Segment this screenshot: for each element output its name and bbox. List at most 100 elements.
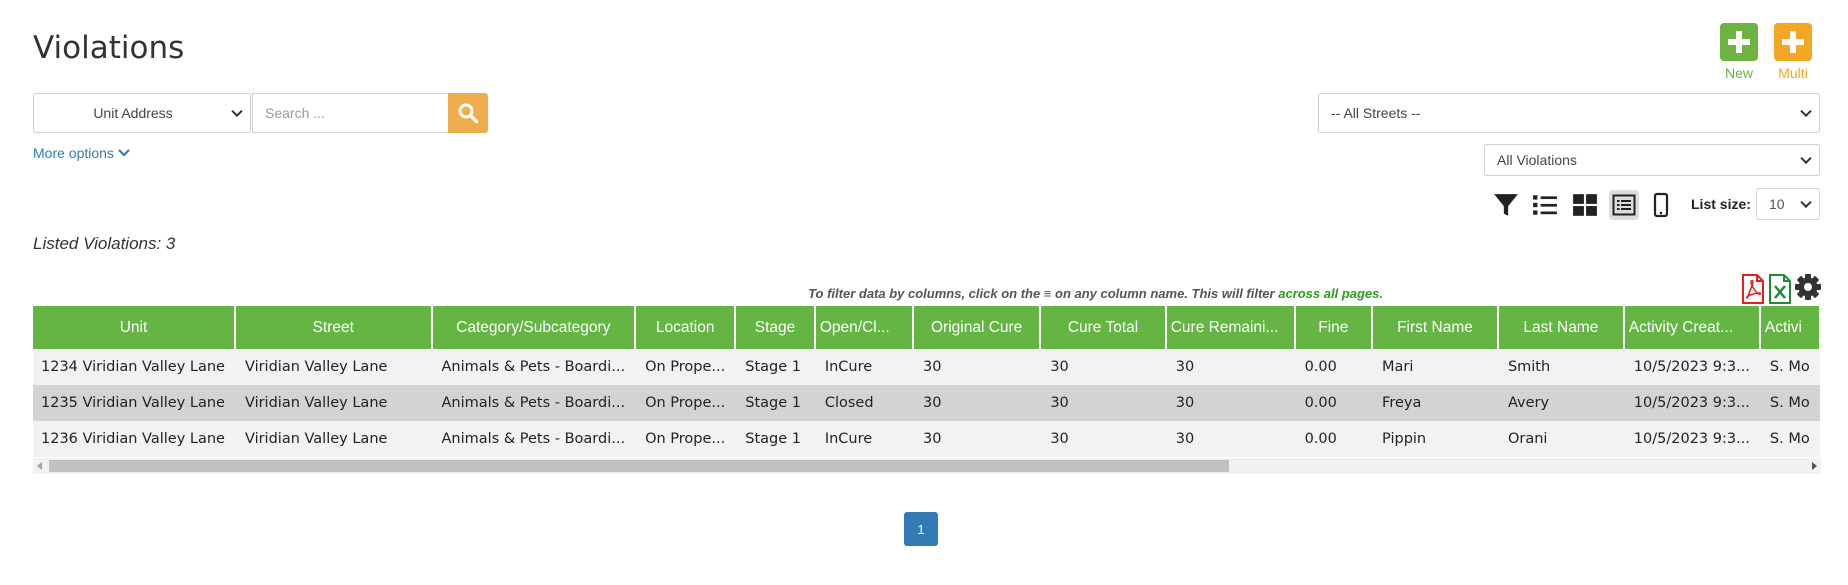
street-filter-select[interactable]: -- All Streets -- [1318, 93, 1820, 133]
chevron-down-icon [118, 149, 130, 157]
scroll-right-arrow-icon[interactable] [1812, 462, 1817, 470]
table-cell: Animals & Pets - Boardi... [431, 349, 636, 385]
list-size-value: 10 [1769, 196, 1785, 212]
table-cell: 1234 Viridian Valley Lane [33, 349, 235, 385]
plus-icon [1728, 31, 1750, 53]
column-header[interactable]: Category/Subcategory [431, 306, 637, 349]
plus-icon [1782, 31, 1804, 53]
table-cell: 1236 Viridian Valley Lane [33, 421, 235, 457]
table-cell: Viridian Valley Lane [234, 385, 432, 421]
column-header[interactable]: Activi [1759, 306, 1821, 349]
more-options-label: More options [33, 145, 114, 161]
column-header[interactable]: Original Cure [912, 306, 1042, 349]
table-cell: 0.00 [1294, 349, 1373, 385]
chevron-down-icon [1800, 196, 1812, 209]
table-cell: InCure [814, 349, 913, 385]
new-button[interactable] [1720, 23, 1758, 61]
table-cell: On Prope... [635, 349, 736, 385]
filter-hint-highlight: across all pages. [1278, 286, 1383, 301]
new-button-label[interactable]: New [1709, 65, 1769, 81]
filter-hint-text: To filter data by columns, click on the … [808, 286, 1279, 301]
settings-gear-icon[interactable] [1794, 273, 1822, 301]
table-cell: Stage 1 [735, 349, 815, 385]
table-row[interactable]: 1236 Viridian Valley Lane Viridian Valley… [33, 421, 1820, 457]
table-cell: Avery [1497, 385, 1624, 421]
table-cell: 30 [1165, 349, 1295, 385]
chevron-down-icon [1800, 152, 1812, 165]
grid-icon[interactable] [1570, 190, 1600, 220]
search-placeholder: Search ... [265, 105, 325, 121]
table-cell: 30 [912, 421, 1041, 457]
list-size-label: List size: [1691, 196, 1751, 212]
pagination-page-1[interactable]: 1 [904, 512, 938, 546]
scrollbar-thumb[interactable] [49, 460, 1229, 472]
column-header[interactable]: Street [234, 306, 433, 349]
violations-table: Unit Street Category/Subcategory Location St… [33, 306, 1821, 457]
table-cell: Pippin [1372, 421, 1498, 457]
table-cell: 30 [1165, 385, 1295, 421]
column-header[interactable]: First Name [1372, 306, 1499, 349]
chevron-down-icon [1800, 105, 1812, 118]
scroll-left-arrow-icon[interactable] [37, 462, 42, 470]
table-cell: Smith [1497, 349, 1624, 385]
table-row[interactable]: 1234 Viridian Valley Lane Viridian Valley… [33, 349, 1820, 385]
table-cell: 30 [1040, 385, 1166, 421]
table-cell: Stage 1 [735, 421, 815, 457]
search-input[interactable]: Search ... [252, 93, 448, 133]
filter-hint: To filter data by columns, click on the … [808, 286, 1383, 301]
table-cell: 30 [1040, 349, 1166, 385]
table-cell: 30 [912, 385, 1041, 421]
excel-export-icon[interactable] [1768, 274, 1792, 304]
table-cell: InCure [814, 421, 913, 457]
column-header[interactable]: Activity Creat... [1623, 306, 1761, 349]
table-cell: 30 [1040, 421, 1166, 457]
page-title: Violations [33, 30, 185, 66]
table-cell: 30 [912, 349, 1041, 385]
violation-filter-select[interactable]: All Violations [1484, 144, 1820, 176]
table-cell: S. Mo [1759, 349, 1820, 385]
list-icon[interactable] [1530, 190, 1560, 220]
violation-filter-value: All Violations [1497, 152, 1577, 168]
table-cell: Viridian Valley Lane [234, 421, 432, 457]
violations-grid: Unit Street Category/Subcategory Location St… [33, 306, 1821, 462]
detail-list-icon[interactable] [1609, 190, 1639, 220]
multi-button[interactable] [1774, 23, 1812, 61]
table-cell: 10/5/2023 9:3... [1623, 349, 1760, 385]
table-cell: 1235 Viridian Valley Lane [33, 385, 235, 421]
search-field-select[interactable]: Unit Address [33, 93, 251, 133]
pdf-export-icon[interactable] [1741, 274, 1765, 304]
table-cell: Mari [1372, 349, 1498, 385]
mobile-icon[interactable] [1646, 190, 1676, 220]
table-cell: 0.00 [1294, 421, 1373, 457]
filter-icon[interactable] [1491, 190, 1521, 220]
street-filter-value: -- All Streets -- [1331, 105, 1421, 121]
column-header[interactable]: Open/Cl... [814, 306, 914, 349]
listed-count: Listed Violations: 3 [33, 234, 176, 253]
list-size-select[interactable]: 10 [1756, 188, 1820, 220]
table-cell: S. Mo [1759, 385, 1820, 421]
column-header[interactable]: Last Name [1497, 306, 1625, 349]
table-cell: Stage 1 [735, 385, 815, 421]
search-button[interactable] [448, 93, 488, 133]
more-options-link[interactable]: More options [33, 145, 130, 161]
column-header[interactable]: Location [635, 306, 737, 349]
table-cell: Viridian Valley Lane [234, 349, 432, 385]
table-cell: On Prope... [635, 385, 736, 421]
column-header[interactable]: Cure Total [1040, 306, 1167, 349]
table-cell: On Prope... [635, 421, 736, 457]
table-row[interactable]: 1235 Viridian Valley Lane Viridian Valley… [33, 385, 1820, 421]
table-cell: 0.00 [1294, 385, 1373, 421]
search-field-value: Unit Address [93, 105, 173, 121]
column-header[interactable]: Unit [33, 306, 236, 349]
table-cell: 10/5/2023 9:3... [1623, 421, 1760, 457]
search-icon [458, 103, 479, 124]
table-cell: Freya [1372, 385, 1498, 421]
table-cell: Animals & Pets - Boardi... [431, 385, 636, 421]
table-cell: 30 [1165, 421, 1295, 457]
table-cell: Animals & Pets - Boardi... [431, 421, 636, 457]
column-header[interactable]: Fine [1294, 306, 1374, 349]
multi-button-label[interactable]: Multi [1763, 65, 1823, 81]
column-header[interactable]: Cure Remaini... [1165, 306, 1296, 349]
column-header[interactable]: Stage [735, 306, 816, 349]
horizontal-scrollbar[interactable] [33, 458, 1821, 474]
